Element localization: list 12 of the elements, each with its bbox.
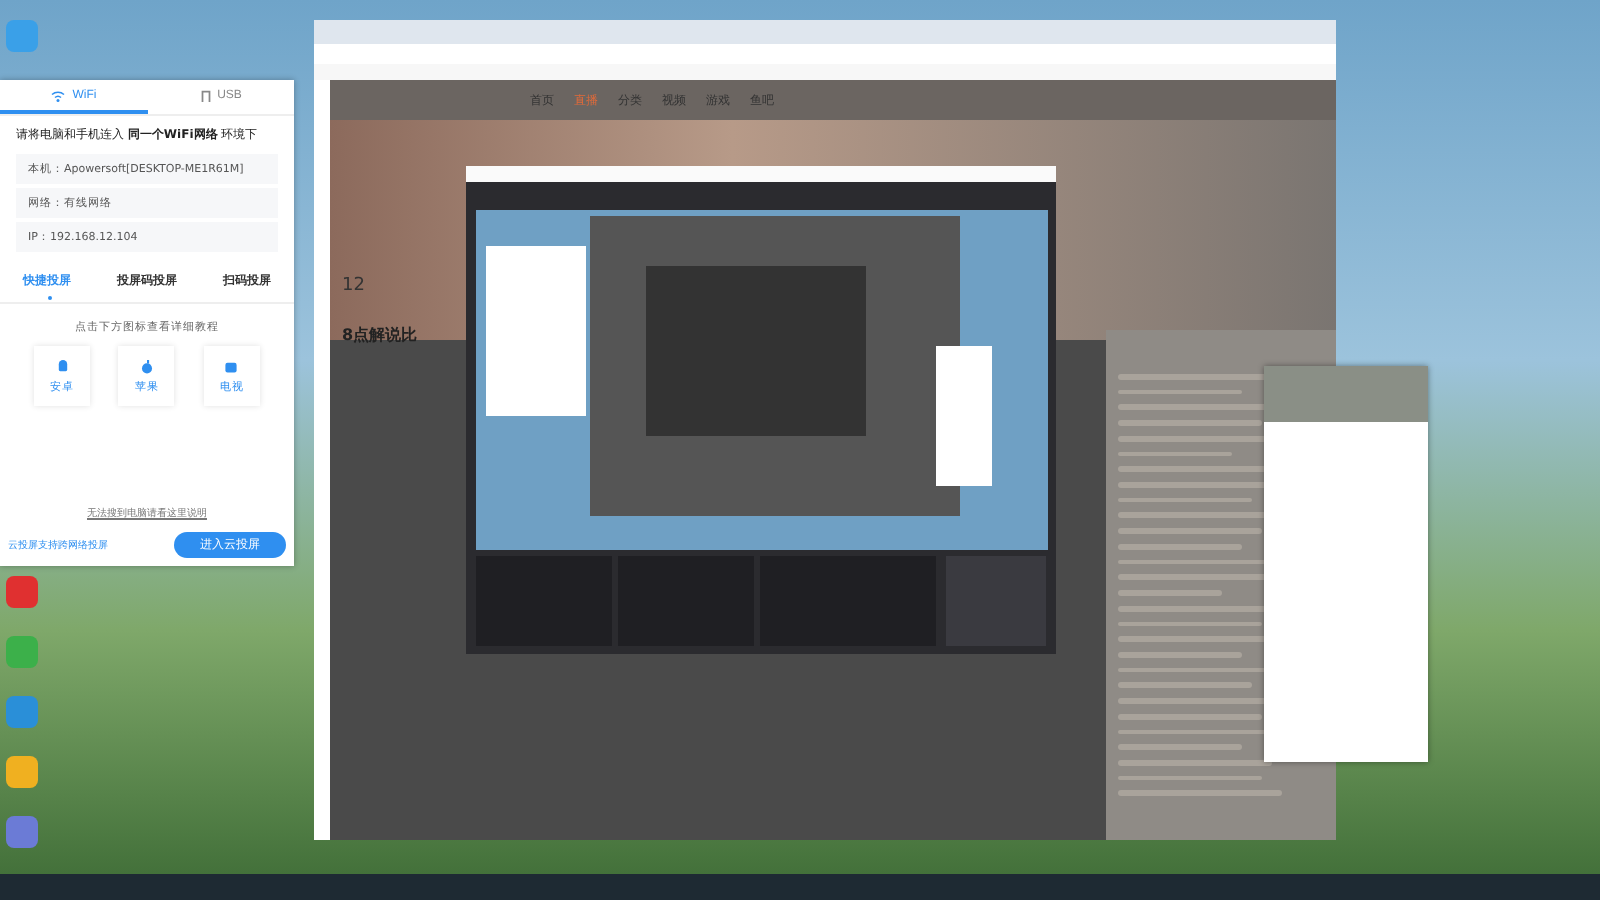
desktop-shortcut-icon[interactable] <box>6 756 38 788</box>
follow-count: 12 <box>342 276 365 296</box>
address-bar[interactable] <box>314 44 1336 64</box>
desktop-shortcut-icon[interactable] <box>6 576 38 608</box>
desktop-shortcut-icon[interactable] <box>6 816 38 848</box>
desktop-shortcut-icon[interactable] <box>6 696 38 728</box>
tv-icon <box>224 359 239 374</box>
apple-icon <box>139 359 154 374</box>
wifi-icon <box>50 89 67 101</box>
desktop-shortcut-icon[interactable] <box>6 20 38 52</box>
desktop-shortcut-icon[interactable] <box>6 636 38 668</box>
stream-title: 8点解说比 <box>342 324 418 346</box>
